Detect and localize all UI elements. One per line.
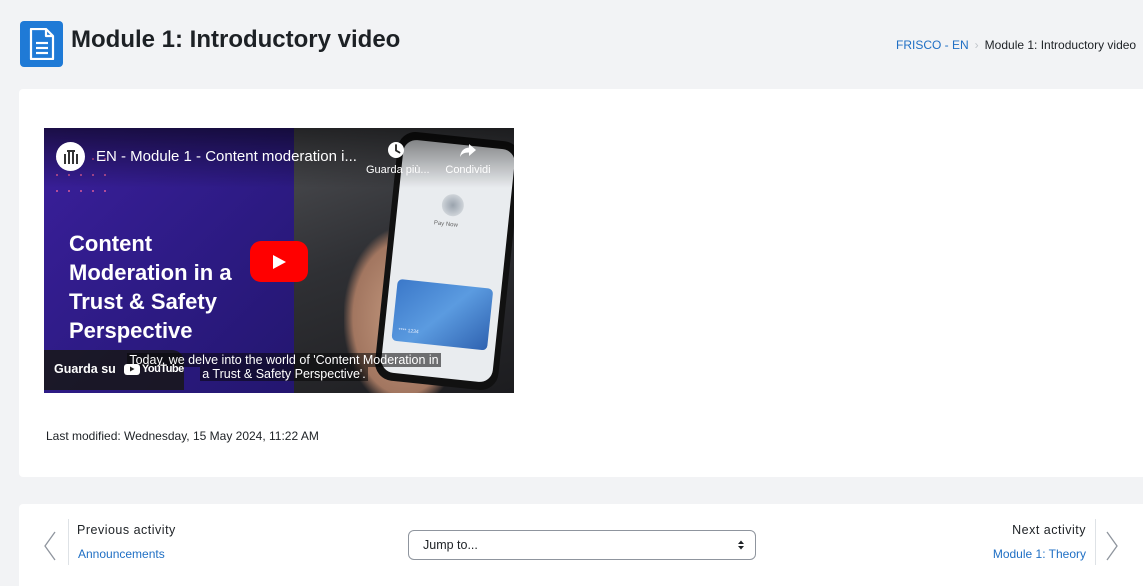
next-activity-link[interactable]: Module 1: Theory bbox=[993, 547, 1086, 561]
channel-avatar[interactable] bbox=[56, 142, 85, 171]
video-player[interactable]: Pay Now **** 1234 EN - Module 1 - Conten… bbox=[44, 128, 514, 393]
page-icon bbox=[20, 21, 63, 67]
chevron-right-icon[interactable] bbox=[1105, 526, 1119, 566]
breadcrumb-current: Module 1: Introductory video bbox=[984, 38, 1137, 52]
activity-navigation: Previous activity Announcements Jump to.… bbox=[19, 504, 1143, 586]
next-activity-label: Next activity bbox=[1012, 523, 1086, 537]
watch-later-button[interactable]: Guarda più... bbox=[366, 140, 430, 176]
divider bbox=[1095, 519, 1096, 565]
clock-icon bbox=[366, 140, 426, 160]
play-button[interactable] bbox=[250, 241, 308, 282]
previous-activity-label: Previous activity bbox=[77, 523, 176, 537]
youtube-logo-icon: YouTube bbox=[123, 363, 184, 375]
breadcrumb: FRISCO - EN › Module 1: Introductory vid… bbox=[896, 38, 1136, 52]
video-headline: Content Moderation in a Trust & Safety P… bbox=[69, 231, 232, 343]
fingerprint-icon bbox=[440, 193, 465, 218]
divider bbox=[68, 519, 69, 565]
watch-on-youtube-link[interactable]: Guarda su YouTube bbox=[54, 362, 184, 376]
phone-pay-label: Pay Now bbox=[433, 220, 459, 229]
last-modified: Last modified: Wednesday, 15 May 2024, 1… bbox=[46, 429, 319, 443]
previous-activity-link[interactable]: Announcements bbox=[78, 547, 165, 561]
breadcrumb-separator-icon: › bbox=[974, 38, 979, 52]
select-arrows-icon bbox=[738, 540, 744, 550]
phone-credit-card bbox=[391, 278, 494, 351]
page-header: Module 1: Introductory video FRISCO - EN… bbox=[0, 0, 1143, 80]
video-title[interactable]: EN - Module 1 - Content moderation i... bbox=[96, 148, 357, 165]
page-title: Module 1: Introductory video bbox=[71, 26, 401, 53]
share-arrow-icon bbox=[438, 140, 498, 160]
play-icon bbox=[273, 254, 286, 269]
main-content: Pay Now **** 1234 EN - Module 1 - Conten… bbox=[19, 89, 1143, 477]
share-button[interactable]: Condividi bbox=[438, 140, 498, 176]
breadcrumb-link-course[interactable]: FRISCO - EN bbox=[896, 38, 969, 52]
chevron-left-icon[interactable] bbox=[43, 526, 57, 566]
jump-to-select[interactable]: Jump to... bbox=[408, 530, 756, 560]
